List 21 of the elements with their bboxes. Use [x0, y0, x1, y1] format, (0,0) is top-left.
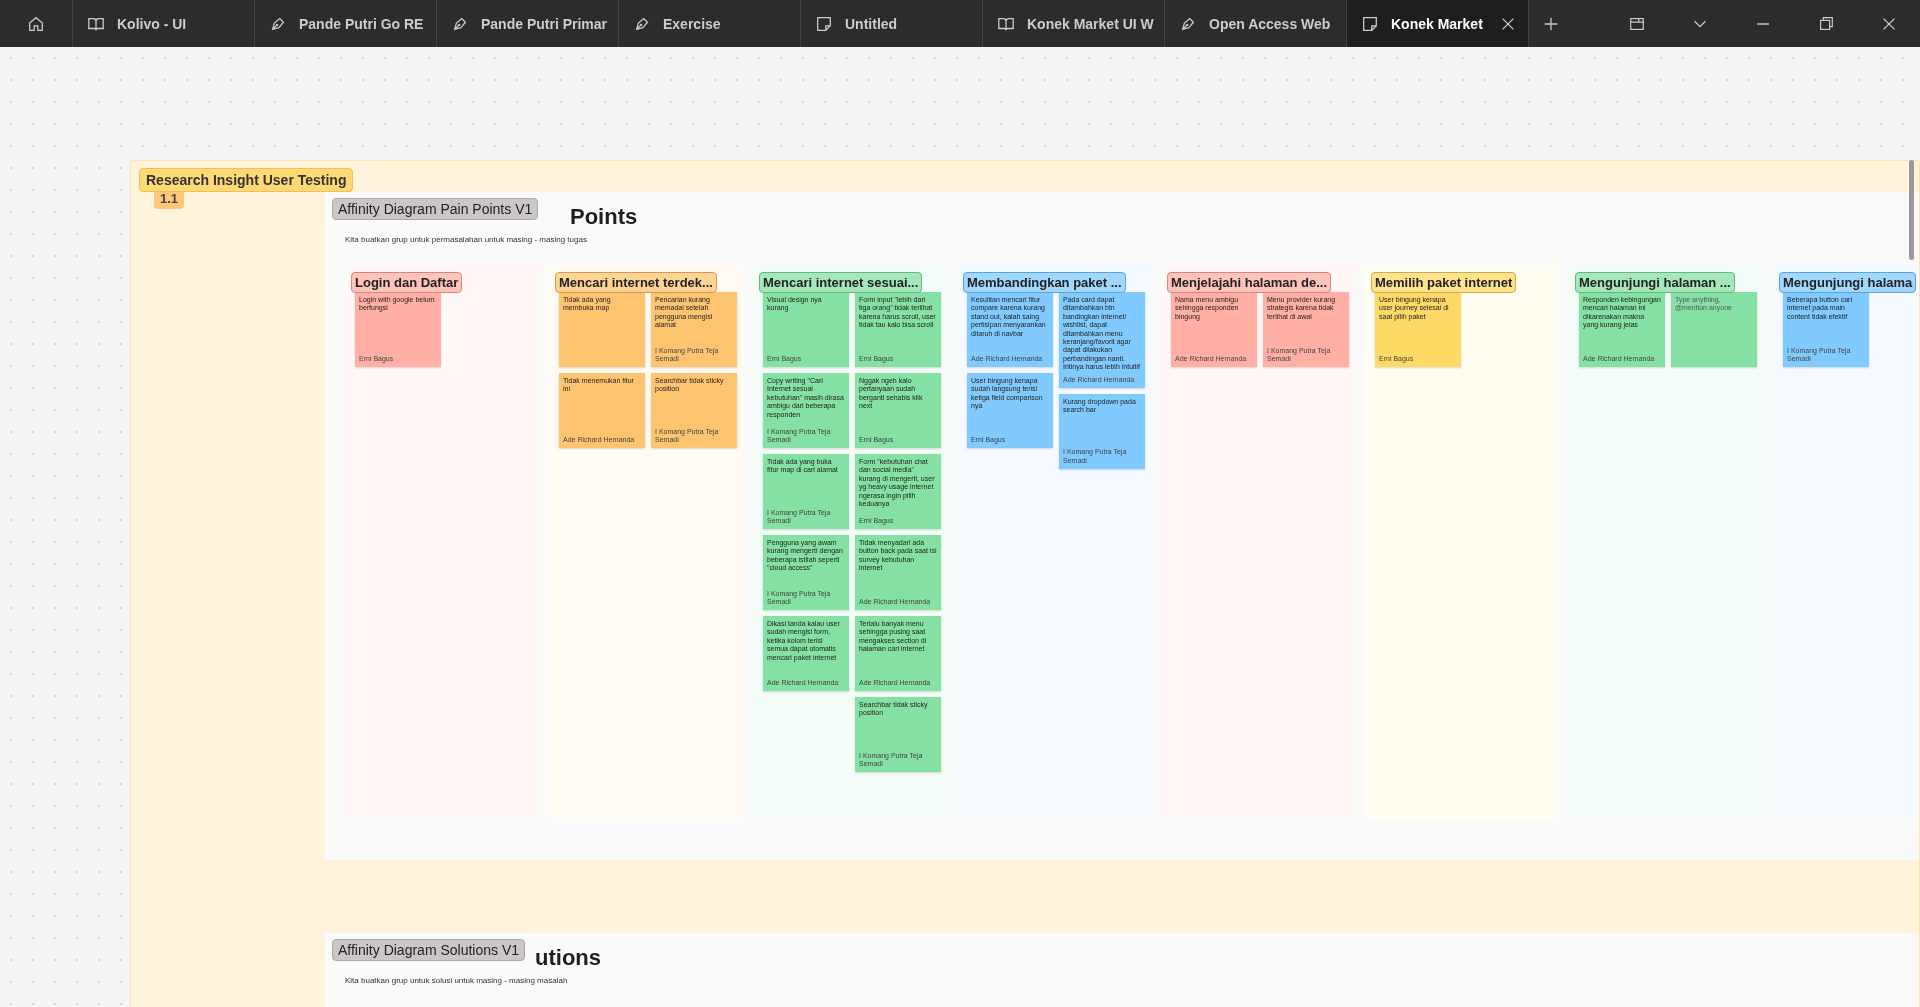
sticky-note-icon: [1361, 14, 1379, 33]
group-title: Login dan Daftar: [351, 272, 463, 293]
frame-name-label: Affinity Diagram Pain Points V1: [332, 198, 539, 220]
section-title: Research Insight User Testing: [139, 168, 354, 192]
group-title: Membandingkan paket ...: [963, 272, 1126, 293]
minimize-icon: [1755, 22, 1770, 25]
file-tab[interactable]: Konek Market: [1347, 0, 1529, 47]
sticky-note-icon: [815, 14, 833, 33]
group-title: Mencari internet sesuai...: [759, 272, 923, 293]
frame-subtitle: Kita buatkan grup untuk solusi untuk masing - masing masalah: [345, 976, 569, 985]
group-title: Memilih paket internet: [1371, 272, 1517, 293]
group-title: Menjelajahi halaman de...: [1167, 272, 1332, 293]
group-title: Mengunjungi halaman ...: [1575, 272, 1735, 293]
frame-heading: utions: [535, 945, 601, 970]
scrollbar[interactable]: [1909, 160, 1914, 260]
group-title: Mengunjungi halama: [1779, 272, 1917, 293]
frame-heading: Points: [570, 204, 638, 229]
frame-name-label: Affinity Diagram Solutions V1: [332, 939, 526, 961]
group-title: Mencari internet terdek...: [555, 272, 717, 293]
home-icon: [27, 14, 45, 33]
frame-subtitle: Kita buatkan grup untuk permasalahan untuk masing - masing tugas: [345, 235, 588, 244]
